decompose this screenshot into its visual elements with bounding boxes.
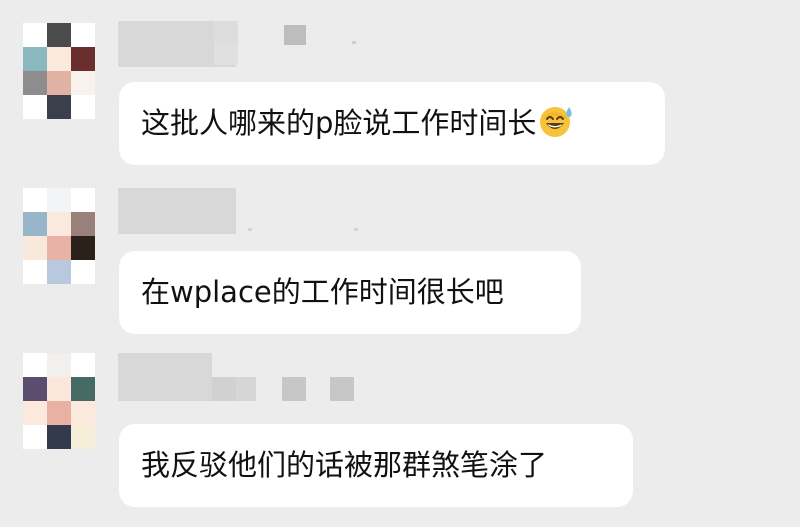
sweat-smile-emoji-icon [540,106,573,137]
avatar-pixel [23,47,47,71]
avatar-pixel [47,95,71,119]
message-text: 我反驳他们的话被那群煞笔涂了 [141,448,548,482]
avatar-pixel [71,401,95,425]
avatar-pixel [71,260,95,284]
avatar-pixel [47,188,71,212]
avatar-pixel [47,377,71,401]
avatar-pixel [47,212,71,236]
avatar-pixel [47,71,71,95]
avatar-pixel [23,425,47,449]
message-text: 这批人哪来的p脸说工作时间长 [141,106,537,140]
avatar-pixel [71,236,95,260]
message-bubble[interactable]: 这批人哪来的p脸说工作时间长 [119,82,665,165]
avatar-pixel [23,236,47,260]
avatar-pixel [71,95,95,119]
chat-message-list: 这批人哪来的p脸说工作时间长 在wplace的工作时间很长吧 我反驳他们的话被那… [0,0,800,527]
avatar-pixel [47,23,71,47]
sender-name-redacted [118,353,358,401]
message-bubble[interactable]: 在wplace的工作时间很长吧 [119,251,581,334]
sender-name-redacted [118,21,358,67]
avatar-pixel [47,236,71,260]
avatar[interactable] [23,23,95,119]
avatar-pixel [23,353,47,377]
avatar-pixel [71,47,95,71]
avatar-pixel [23,401,47,425]
avatar-pixel [23,95,47,119]
message-text: 在wplace的工作时间很长吧 [141,275,504,309]
avatar-pixel [71,212,95,236]
avatar-pixel [47,47,71,71]
sender-name-redacted [118,188,358,234]
avatar-pixel [47,425,71,449]
avatar-pixel [23,260,47,284]
avatar-pixel [71,377,95,401]
avatar-pixel [47,260,71,284]
avatar-pixel [71,188,95,212]
avatar-pixel [47,401,71,425]
avatar[interactable] [23,188,95,284]
avatar-pixel [23,212,47,236]
avatar-pixel [23,377,47,401]
avatar[interactable] [23,353,95,449]
avatar-pixel [71,23,95,47]
message-bubble[interactable]: 我反驳他们的话被那群煞笔涂了 [119,424,633,507]
avatar-pixel [71,353,95,377]
avatar-pixel [23,188,47,212]
avatar-pixel [71,425,95,449]
avatar-pixel [47,353,71,377]
avatar-pixel [71,71,95,95]
avatar-pixel [23,23,47,47]
avatar-pixel [23,71,47,95]
